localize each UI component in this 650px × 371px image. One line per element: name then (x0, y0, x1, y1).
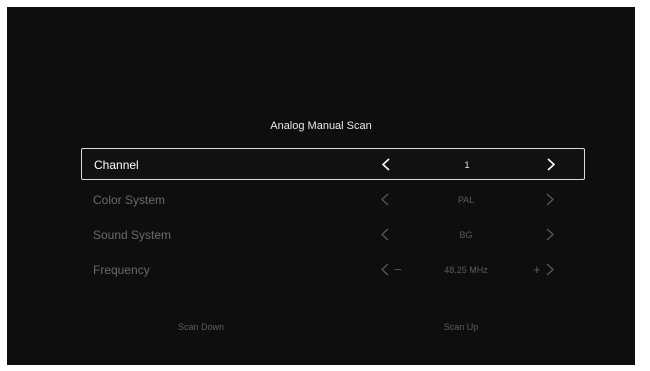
chevron-left-icon[interactable] (381, 219, 389, 251)
page-title: Analog Manual Scan (270, 120, 372, 132)
sound-system-label: Sound System (93, 228, 172, 242)
color-system-label: Color System (93, 193, 166, 207)
chevron-left-icon[interactable] (381, 254, 389, 286)
frequency-setting-row[interactable]: Frequency − 48.25 MHz + (81, 254, 585, 286)
frequency-increase-button[interactable]: + (533, 254, 541, 286)
chevron-left-icon[interactable] (381, 184, 389, 216)
frequency-label: Frequency (93, 263, 150, 277)
channel-label: Channel (94, 158, 139, 172)
color-system-setting-row[interactable]: Color System PAL (81, 184, 585, 216)
channel-value: 1 (464, 160, 470, 170)
frequency-value: 48.25 MHz (444, 265, 488, 275)
chevron-right-icon[interactable] (546, 219, 554, 251)
chevron-right-icon[interactable] (546, 254, 554, 286)
color-system-value: PAL (457, 195, 475, 205)
tv-screen: Analog Manual Scan Channel 1 Color Syste… (7, 7, 635, 365)
chevron-left-icon[interactable] (382, 149, 390, 181)
sound-system-value: BG (459, 230, 473, 240)
scan-up-button[interactable]: Scan Up (351, 312, 571, 342)
channel-setting-row[interactable]: Channel 1 (81, 148, 585, 180)
chevron-right-icon[interactable] (546, 184, 554, 216)
chevron-right-icon[interactable] (547, 149, 555, 181)
scan-down-button[interactable]: Scan Down (91, 312, 311, 342)
sound-system-setting-row[interactable]: Sound System BG (81, 219, 585, 251)
